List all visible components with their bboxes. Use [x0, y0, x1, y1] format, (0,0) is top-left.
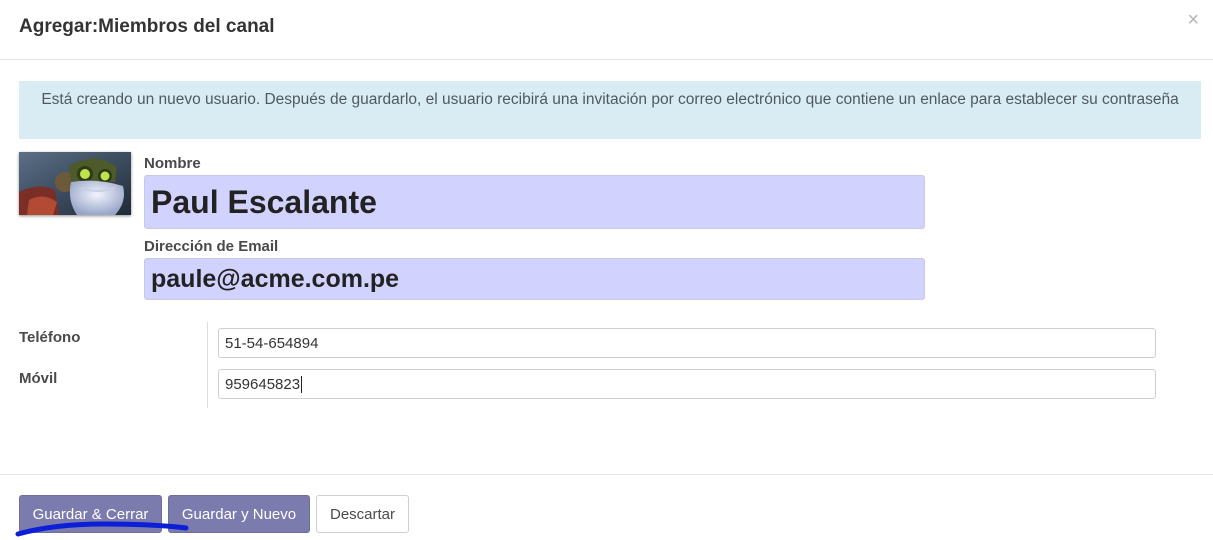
dialog-title: Agregar:Miembros del canal — [19, 16, 275, 37]
close-icon[interactable]: × — [1187, 10, 1199, 30]
add-channel-members-dialog: Agregar:Miembros del canal × Está creand… — [0, 0, 1213, 540]
email-input[interactable]: paule@acme.com.pe — [144, 258, 925, 300]
discard-button[interactable]: Descartar — [316, 495, 409, 533]
user-avatar-image — [19, 152, 131, 215]
email-label: Dirección de Email — [144, 238, 279, 255]
dialog-header: Agregar:Miembros del canal × — [0, 0, 1213, 60]
avatar[interactable] — [19, 152, 131, 215]
name-label: Nombre — [144, 155, 201, 172]
save-close-button[interactable]: Guardar & Cerrar — [19, 495, 162, 533]
text-cursor — [301, 375, 303, 393]
save-new-button[interactable]: Guardar y Nuevo — [168, 495, 310, 533]
phone-value: 51-54-654894 — [225, 334, 319, 352]
mobile-label: Móvil — [19, 370, 58, 387]
name-input[interactable]: Paul Escalante — [144, 175, 925, 229]
label-divider — [207, 322, 208, 408]
mobile-value: 959645823 — [225, 375, 301, 393]
dialog-footer: Guardar & Cerrar Guardar y Nuevo Descart… — [0, 474, 1213, 540]
phone-input[interactable]: 51-54-654894 — [218, 328, 1156, 358]
new-user-info-alert: Está creando un nuevo usuario. Después d… — [19, 81, 1201, 139]
phone-label: Teléfono — [19, 329, 81, 346]
mobile-input[interactable]: 959645823 — [218, 369, 1156, 399]
